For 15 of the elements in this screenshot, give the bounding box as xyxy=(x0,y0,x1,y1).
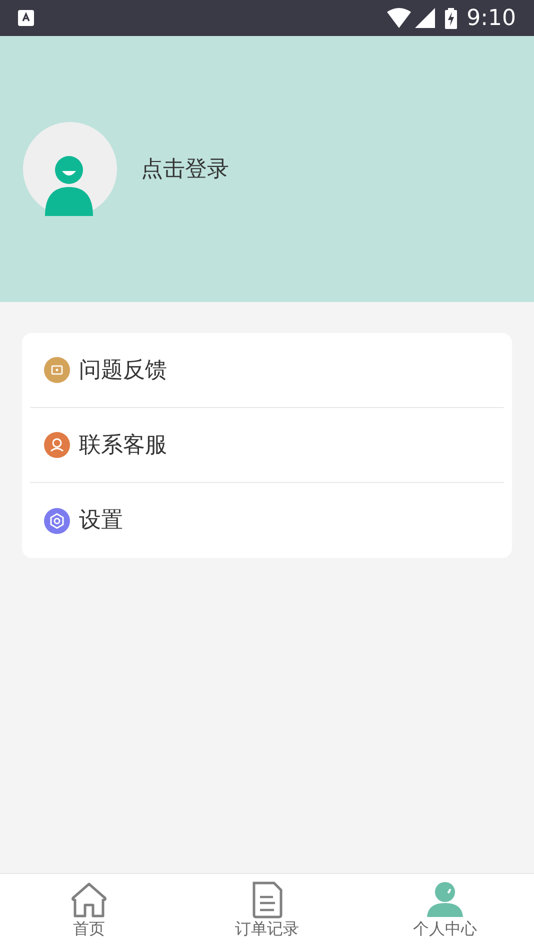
battery-icon xyxy=(444,8,457,28)
signal-icon xyxy=(414,8,435,28)
menu-item[interactable]: 联系客服 xyxy=(79,428,167,462)
keyboard-icon xyxy=(18,10,34,26)
nav-tab[interactable]: 订单记录 xyxy=(178,874,356,950)
clock: 9:10 xyxy=(466,4,516,32)
nav-tab[interactable]: 个人中心 xyxy=(356,874,534,950)
nav-tab[interactable]: 首页 xyxy=(0,874,178,950)
menu-item[interactable]: 问题反馈 xyxy=(79,354,167,386)
avatar-icon[interactable] xyxy=(23,122,117,216)
wifi-icon xyxy=(386,8,411,28)
menu-item[interactable]: 设置 xyxy=(79,504,123,537)
home-icon xyxy=(70,881,108,919)
login-link[interactable]: 点击登录 xyxy=(141,152,229,186)
person-icon xyxy=(426,881,464,919)
